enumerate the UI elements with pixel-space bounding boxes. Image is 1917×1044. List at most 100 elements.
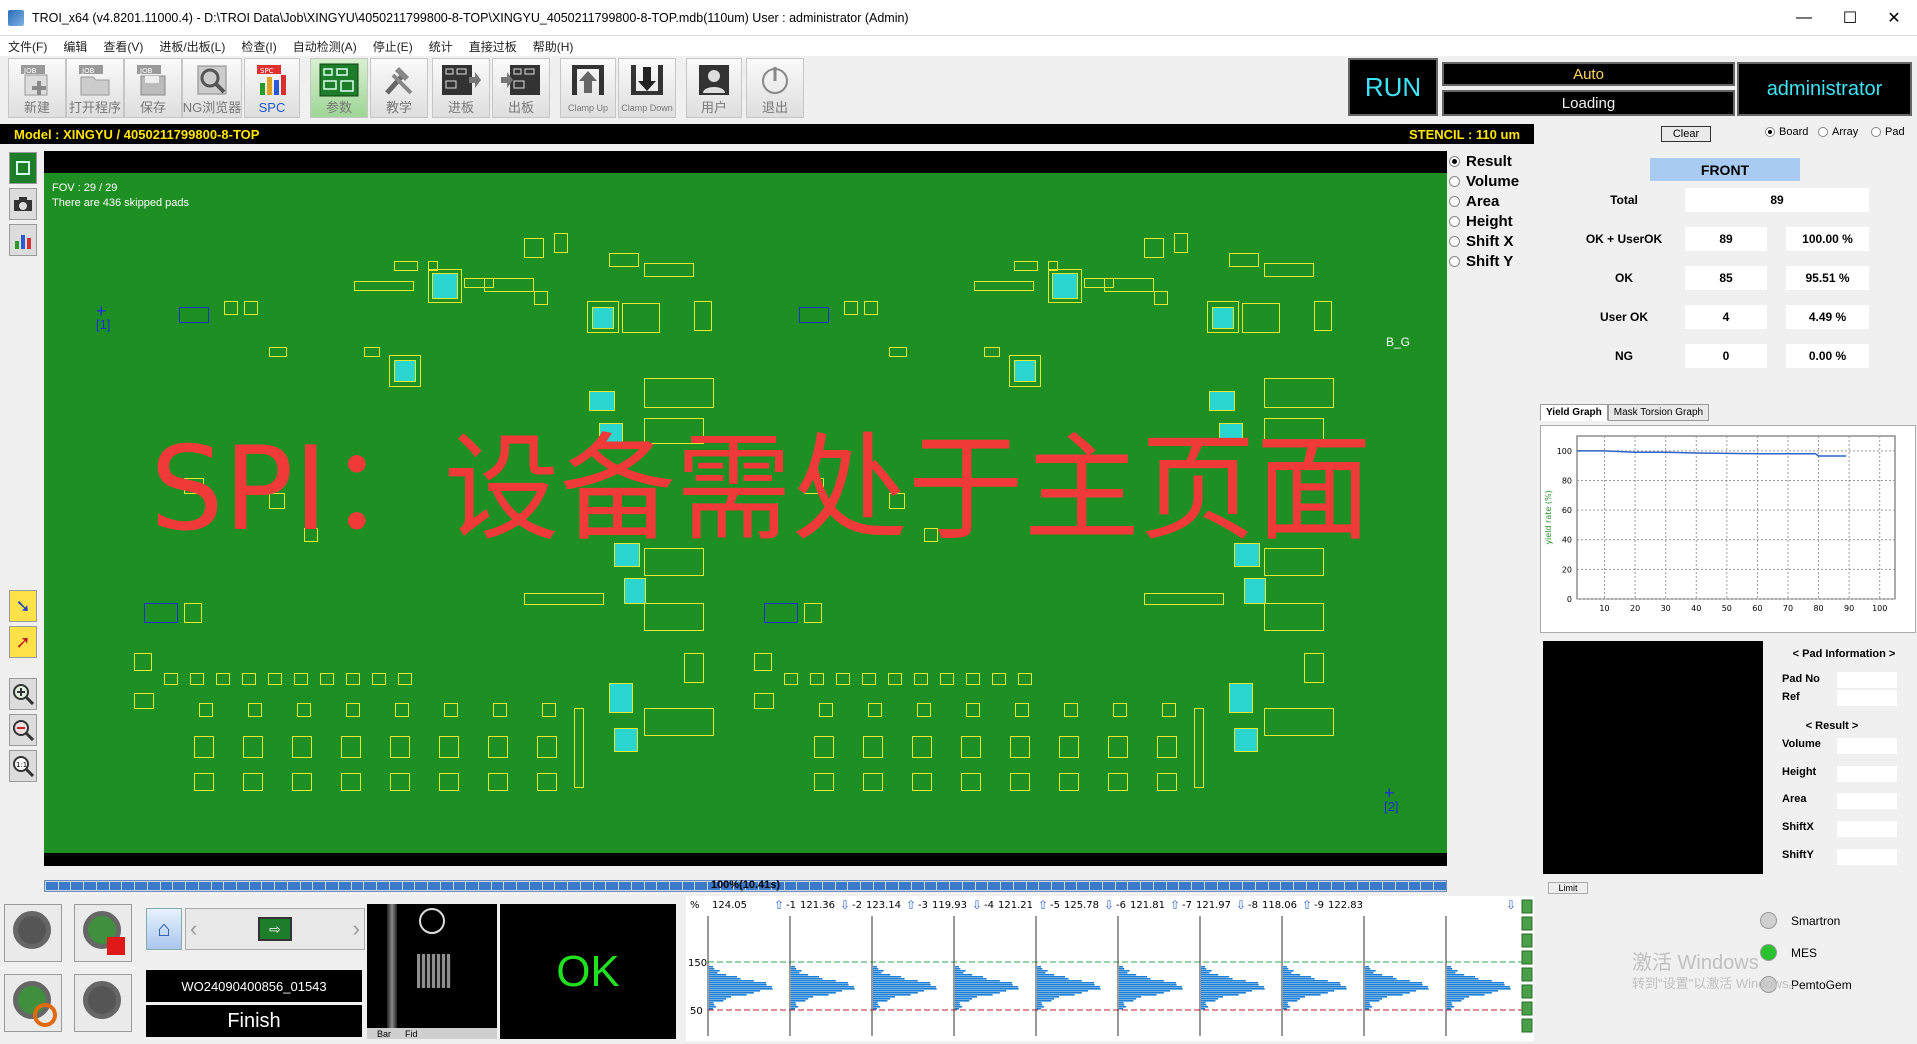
solder-pad[interactable] [294, 673, 308, 685]
scope-board[interactable]: Board [1765, 126, 1808, 138]
solder-pad[interactable] [814, 773, 834, 791]
solder-pad[interactable] [439, 736, 459, 758]
bga-component[interactable] [609, 683, 633, 713]
select-tool[interactable]: ➘ [9, 590, 37, 622]
solder-pad[interactable] [554, 233, 568, 253]
solder-pad[interactable] [836, 673, 850, 685]
solder-pad[interactable] [1242, 303, 1280, 333]
solder-pad[interactable] [224, 301, 238, 315]
solder-pad[interactable] [587, 301, 619, 333]
solder-pad[interactable] [863, 773, 883, 791]
solder-pad[interactable] [644, 708, 714, 736]
manual-inspect-button[interactable] [74, 974, 132, 1032]
solder-pad[interactable] [292, 773, 312, 791]
bga-component[interactable] [624, 578, 646, 604]
view-option-height[interactable]: Height [1449, 211, 1535, 231]
menu-load-unload[interactable]: 进板/出板(L) [151, 38, 233, 55]
solder-pad[interactable] [1304, 653, 1324, 683]
solder-pad[interactable] [194, 736, 214, 758]
solder-pad[interactable] [216, 673, 230, 685]
solder-pad[interactable] [966, 703, 980, 717]
solder-pad[interactable] [961, 773, 981, 791]
solder-pad[interactable] [1174, 233, 1188, 253]
solder-pad[interactable] [398, 673, 412, 685]
solder-pad[interactable] [243, 773, 263, 791]
pointer-tool[interactable]: ➚ [9, 626, 37, 658]
solder-pad[interactable] [1113, 703, 1127, 717]
solder-pad[interactable] [537, 736, 557, 758]
load-board-button[interactable]: 进板 [432, 58, 490, 118]
inspect-view-button[interactable] [4, 904, 62, 962]
zoom-in-tool[interactable] [9, 678, 37, 710]
user-button[interactable]: 用户 [686, 58, 742, 118]
solder-pad[interactable] [1009, 355, 1041, 387]
solder-pad[interactable] [1264, 708, 1334, 736]
teach-button[interactable]: 教学 [370, 58, 428, 118]
solder-pad[interactable] [912, 773, 932, 791]
solder-pad[interactable] [1108, 773, 1128, 791]
solder-pad[interactable] [372, 673, 386, 685]
bga-component[interactable] [1229, 683, 1253, 713]
solder-pad[interactable] [644, 378, 714, 408]
component-outline[interactable] [799, 307, 829, 323]
solder-pad[interactable] [912, 736, 932, 758]
solder-pad[interactable] [346, 673, 360, 685]
solder-pad[interactable] [269, 347, 287, 357]
solder-pad[interactable] [622, 303, 660, 333]
maximize-button[interactable]: ☐ [1827, 0, 1873, 36]
solder-pad[interactable] [1314, 301, 1332, 331]
solder-pad[interactable] [1064, 703, 1078, 717]
solder-pad[interactable] [194, 773, 214, 791]
tab-mask-torsion-graph[interactable]: Mask Torsion Graph [1607, 404, 1710, 421]
tab-bar[interactable]: Bar [377, 1029, 391, 1039]
open-job-button[interactable]: JOB 打开程序 [66, 58, 124, 118]
bga-component[interactable] [614, 728, 638, 752]
bga-component[interactable] [1234, 728, 1258, 752]
solder-pad[interactable] [863, 736, 883, 758]
solder-pad[interactable] [862, 673, 876, 685]
bga-component[interactable] [589, 391, 615, 411]
solder-pad[interactable] [184, 603, 202, 623]
solder-pad[interactable] [1229, 253, 1259, 267]
solder-pad[interactable] [974, 281, 1034, 291]
solder-pad[interactable] [1194, 708, 1204, 788]
menu-pass-board[interactable]: 直接过板 [461, 38, 525, 55]
solder-pad[interactable] [444, 703, 458, 717]
menu-statistics[interactable]: 统计 [421, 38, 461, 55]
solder-pad[interactable] [1014, 261, 1038, 271]
solder-pad[interactable] [961, 736, 981, 758]
solder-pad[interactable] [1108, 736, 1128, 758]
view-option-volume[interactable]: Volume [1449, 171, 1535, 191]
solder-pad[interactable] [914, 673, 928, 685]
solder-pad[interactable] [754, 653, 772, 671]
menu-edit[interactable]: 编辑 [55, 38, 95, 55]
solder-pad[interactable] [297, 703, 311, 717]
solder-pad[interactable] [1264, 603, 1324, 631]
solder-pad[interactable] [243, 736, 263, 758]
clamp-up-button[interactable]: Clamp Up [560, 58, 616, 118]
clamp-down-button[interactable]: Clamp Down [618, 58, 676, 118]
solder-pad[interactable] [888, 673, 902, 685]
solder-pad[interactable] [1162, 703, 1176, 717]
solder-pad[interactable] [1015, 703, 1029, 717]
zoom-fit-tool[interactable]: 1:1 [9, 750, 37, 782]
solder-pad[interactable] [754, 693, 774, 709]
solder-pad[interactable] [819, 703, 833, 717]
solder-pad[interactable] [134, 693, 154, 709]
close-button[interactable]: ✕ [1871, 0, 1917, 36]
solder-pad[interactable] [341, 773, 361, 791]
solder-pad[interactable] [1144, 593, 1224, 605]
solder-pad[interactable] [292, 736, 312, 758]
solder-pad[interactable] [242, 673, 256, 685]
component-outline[interactable] [144, 603, 178, 623]
component-outline[interactable] [179, 307, 209, 323]
home-button[interactable]: ⌂ [146, 908, 182, 950]
solder-pad[interactable] [394, 261, 418, 271]
menu-view[interactable]: 查看(V) [95, 38, 151, 55]
solder-pad[interactable] [488, 736, 508, 758]
scope-array[interactable]: Array [1818, 126, 1858, 138]
solder-pad[interactable] [346, 703, 360, 717]
solder-pad[interactable] [244, 301, 258, 315]
solder-pad[interactable] [1010, 773, 1030, 791]
auto-inspect-button[interactable] [4, 974, 62, 1032]
